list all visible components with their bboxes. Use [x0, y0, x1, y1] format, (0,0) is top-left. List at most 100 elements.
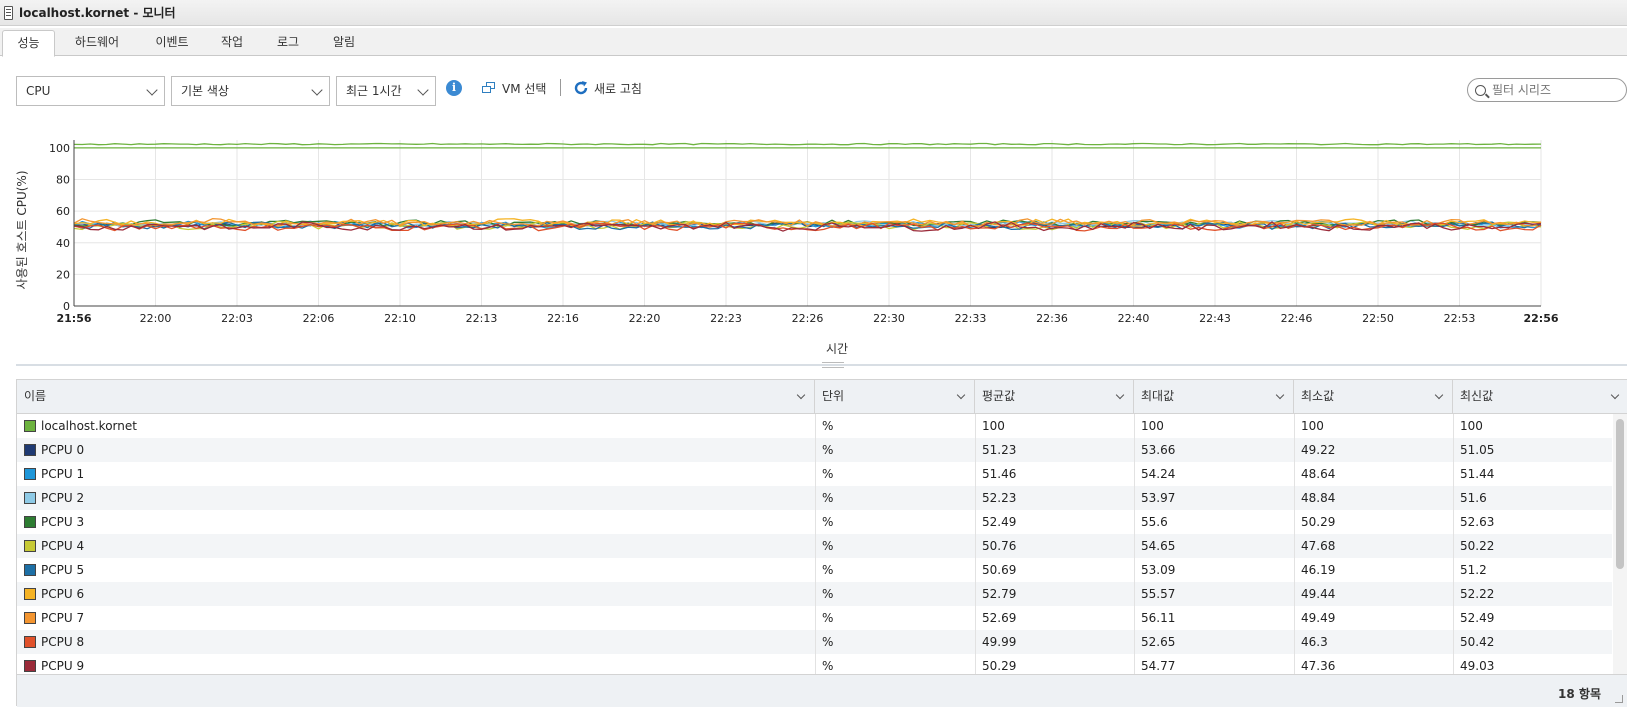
x-tick-label: 22:20	[629, 312, 661, 325]
scrollbar-thumb[interactable]	[1616, 419, 1624, 569]
column-divider	[815, 414, 816, 674]
cell-unit: %	[822, 611, 834, 625]
cell-latest: 52.63	[1460, 515, 1495, 529]
series-name: PCPU 5	[41, 563, 85, 577]
series-table: 이름 단위 평균값 최대값 최소값 최신값 localhost.kornet% 1…	[16, 379, 1627, 707]
x-tick-label: 22:13	[466, 312, 498, 325]
cell-avg: 50.76	[982, 539, 1017, 553]
cell-max: 55.57	[1141, 587, 1176, 601]
tab-hardware[interactable]: 하드웨어	[63, 30, 131, 56]
refresh-button[interactable]: 새로 고침	[573, 78, 642, 98]
column-header-min[interactable]: 최소값	[1294, 380, 1453, 413]
y-tick-label: 100	[49, 142, 70, 155]
cell-latest: 51.44	[1460, 467, 1495, 481]
series-color-swatch	[24, 468, 36, 480]
column-divider	[975, 414, 976, 674]
cell-min: 50.29	[1301, 515, 1336, 529]
cpu-line-chart: 02040608010021:56 22:00 22:03 22:06 22:10 22:…	[15, 140, 1559, 356]
chevron-down-icon	[1434, 390, 1444, 400]
series-color-swatch	[24, 516, 36, 528]
color-select-value: 기본 색상	[181, 84, 229, 98]
cell-avg: 52.69	[982, 611, 1017, 625]
chevron-down-icon	[417, 84, 429, 96]
cell-unit: %	[822, 467, 834, 481]
series-color-swatch	[24, 540, 36, 552]
tab-alarms[interactable]: 알림	[324, 30, 364, 56]
cell-max: 54.24	[1141, 467, 1176, 481]
cell-unit: %	[822, 491, 834, 505]
column-header-label: 단위	[822, 389, 845, 403]
cell-unit: %	[822, 587, 834, 601]
x-tick-label: 21:56	[56, 312, 91, 325]
x-tick-label: 22:03	[221, 312, 253, 325]
x-tick-label: 22:06	[303, 312, 335, 325]
server-icon	[4, 5, 13, 20]
column-header-latest[interactable]: 최신값	[1453, 380, 1627, 413]
cell-unit: %	[822, 443, 834, 457]
tab-tasks[interactable]: 작업	[212, 30, 252, 56]
table-header: 이름 단위 평균값 최대값 최소값 최신값	[17, 380, 1627, 414]
x-tick-label: 22:50	[1362, 312, 1394, 325]
column-divider	[1294, 414, 1295, 674]
tab-logs[interactable]: 로그	[268, 30, 308, 56]
column-header-unit[interactable]: 단위	[815, 380, 975, 413]
cell-avg: 50.29	[982, 659, 1017, 673]
resize-grip-icon[interactable]	[1615, 695, 1623, 703]
column-header-label: 최소값	[1301, 389, 1335, 403]
vm-select-button[interactable]: VM 선택	[482, 78, 546, 98]
column-header-avg[interactable]: 평균값	[975, 380, 1134, 413]
cell-avg: 49.99	[982, 635, 1017, 649]
column-header-name[interactable]: 이름	[17, 380, 815, 413]
color-select[interactable]: 기본 색상	[171, 76, 330, 106]
cell-min: 49.49	[1301, 611, 1336, 625]
cell-name: localhost.kornet	[17, 414, 137, 438]
x-tick-label: 22:33	[955, 312, 987, 325]
filter-series-field[interactable]	[1467, 78, 1627, 102]
cell-max: 53.66	[1141, 443, 1176, 457]
series-color-swatch	[24, 588, 36, 600]
chevron-down-icon	[146, 84, 158, 96]
series-name: PCPU 9	[41, 659, 85, 673]
series-name: PCPU 4	[41, 539, 85, 553]
metric-select[interactable]: CPU	[16, 76, 165, 106]
vm-icon	[482, 81, 497, 95]
range-select[interactable]: 최근 1시간	[336, 76, 436, 106]
cell-name: PCPU 6	[17, 582, 84, 606]
cell-name: PCPU 1	[17, 462, 84, 486]
column-divider	[1453, 414, 1454, 674]
splitter-handle[interactable]	[822, 362, 844, 368]
cell-avg: 100	[982, 419, 1005, 433]
series-color-swatch	[24, 660, 36, 672]
chevron-down-icon	[796, 390, 806, 400]
x-tick-label: 22:43	[1199, 312, 1231, 325]
window-titlebar: localhost.kornet - 모니터	[0, 0, 1627, 26]
tab-performance[interactable]: 성능	[2, 30, 55, 57]
series-line	[73, 142, 1542, 146]
x-tick-label: 22:46	[1281, 312, 1313, 325]
cell-avg: 52.23	[982, 491, 1017, 505]
x-tick-label: 22:40	[1118, 312, 1150, 325]
cell-max: 54.77	[1141, 659, 1176, 673]
cell-name: PCPU 9	[17, 654, 84, 674]
tab-events[interactable]: 이벤트	[144, 30, 200, 56]
y-tick-label: 80	[56, 174, 70, 187]
chevron-down-icon	[1275, 390, 1285, 400]
series-name: PCPU 6	[41, 587, 85, 601]
filter-series-input[interactable]	[1492, 83, 1612, 97]
tab-bar: 성능 하드웨어 이벤트 작업 로그 알림	[0, 28, 1627, 57]
series-color-swatch	[24, 612, 36, 624]
metric-select-value: CPU	[26, 84, 51, 98]
search-icon	[1475, 84, 1486, 96]
refresh-icon	[574, 81, 588, 95]
cell-max: 100	[1141, 419, 1164, 433]
column-header-max[interactable]: 최대값	[1134, 380, 1294, 413]
series-name: PCPU 8	[41, 635, 85, 649]
info-icon[interactable]: i	[446, 80, 462, 96]
cell-name: PCPU 3	[17, 510, 84, 534]
x-tick-label: 22:10	[384, 312, 416, 325]
cell-avg: 50.69	[982, 563, 1017, 577]
cell-avg: 52.49	[982, 515, 1017, 529]
x-tick-label: 22:56	[1523, 312, 1558, 325]
cell-latest: 50.42	[1460, 635, 1495, 649]
column-divider	[1134, 414, 1135, 674]
